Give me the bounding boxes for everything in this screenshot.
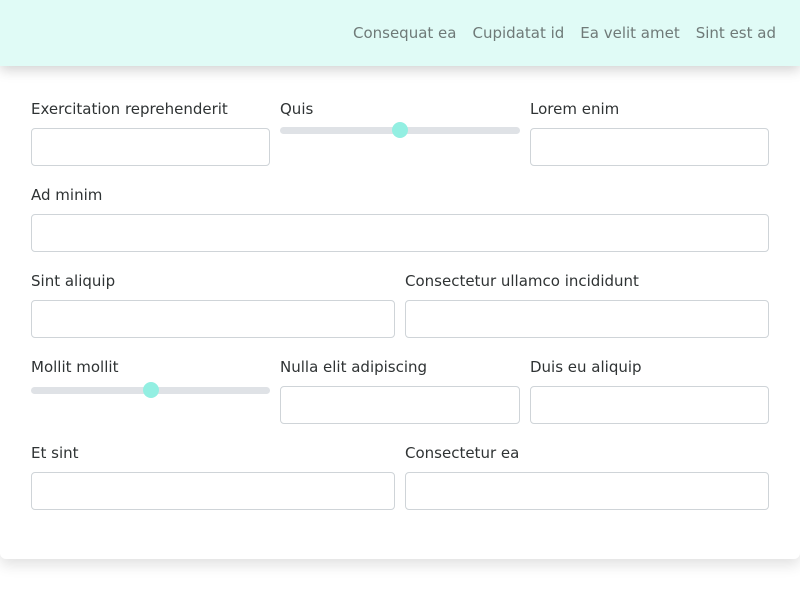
field-ad-minim: Ad minim: [31, 186, 769, 272]
nav-menu: Consequat ea Cupidatat id Ea velit amet …: [337, 0, 776, 66]
slider-thumb[interactable]: [142, 382, 159, 398]
field-duis-eu-aliquip: Duis eu aliquip: [530, 358, 769, 444]
field-lorem-enim: Lorem enim: [530, 100, 769, 186]
field-sint-aliquip: Sint aliquip: [31, 272, 395, 358]
field-label: Et sint: [31, 444, 79, 462]
nulla-elit-adipiscing-input[interactable]: [280, 386, 520, 424]
field-consectetur-ea: Consectetur ea: [405, 444, 769, 530]
sint-aliquip-input[interactable]: [31, 300, 395, 338]
field-label: Lorem enim: [530, 100, 620, 118]
field-label: Mollit mollit: [31, 358, 119, 376]
slider-thumb[interactable]: [392, 122, 408, 138]
et-sint-input[interactable]: [31, 472, 395, 510]
field-consectetur-ullamco-incididunt: Consectetur ullamco incididunt: [405, 272, 769, 358]
field-quis: Quis: [280, 100, 520, 186]
form-card: Exercitation reprehenderit Quis Lorem en…: [0, 66, 800, 559]
consectetur-ullamco-incididunt-input[interactable]: [405, 300, 769, 338]
quis-slider[interactable]: [280, 121, 520, 139]
form-row-5: Et sint Consectetur ea: [31, 444, 769, 530]
field-label: Nulla elit adipiscing: [280, 358, 428, 376]
mollit-mollit-slider[interactable]: [31, 381, 270, 399]
form-row-4: Mollit mollit Nulla elit adipiscing Duis…: [31, 358, 769, 444]
field-label: Quis: [280, 100, 314, 118]
page: Consequat ea Cupidatat id Ea velit amet …: [0, 0, 800, 600]
form-row-3: Sint aliquip Consectetur ullamco incidid…: [31, 272, 769, 358]
duis-eu-aliquip-input[interactable]: [530, 386, 769, 424]
field-label: Duis eu aliquip: [530, 358, 642, 376]
field-mollit-mollit: Mollit mollit: [31, 358, 270, 444]
field-label: Ad minim: [31, 186, 103, 204]
nav-link-cupidatat-id[interactable]: Cupidatat id: [472, 24, 564, 42]
nav-link-ea-velit-amet[interactable]: Ea velit amet: [580, 24, 679, 42]
form-row-1: Exercitation reprehenderit Quis Lorem en…: [31, 100, 769, 186]
exercitation-reprehenderit-input[interactable]: [31, 128, 270, 166]
field-nulla-elit-adipiscing: Nulla elit adipiscing: [280, 358, 520, 444]
field-exercitation-reprehenderit: Exercitation reprehenderit: [31, 100, 270, 186]
field-label: Consectetur ea: [405, 444, 520, 462]
consectetur-ea-input[interactable]: [405, 472, 769, 510]
field-et-sint: Et sint: [31, 444, 395, 530]
field-label: Sint aliquip: [31, 272, 116, 290]
field-label: Consectetur ullamco incididunt: [405, 272, 639, 290]
top-navbar: Consequat ea Cupidatat id Ea velit amet …: [0, 0, 800, 66]
field-label: Exercitation reprehenderit: [31, 100, 228, 118]
nav-link-consequat-ea[interactable]: Consequat ea: [353, 24, 457, 42]
lorem-enim-input[interactable]: [530, 128, 769, 166]
nav-link-sint-est-ad[interactable]: Sint est ad: [696, 24, 776, 42]
form-row-2: Ad minim: [31, 186, 769, 272]
ad-minim-input[interactable]: [31, 214, 769, 252]
